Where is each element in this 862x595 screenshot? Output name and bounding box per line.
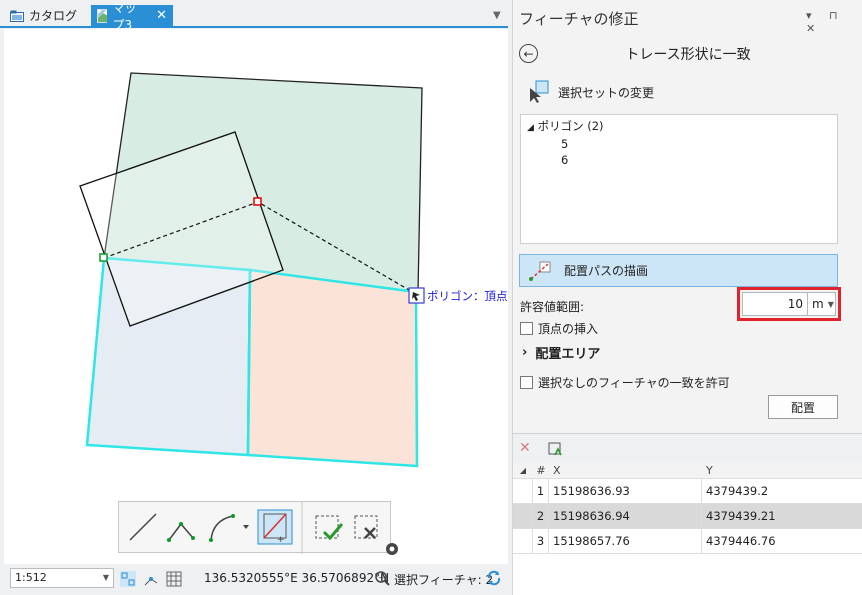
pane-title: フィーチャの修正 [519,10,639,28]
close-icon[interactable]: ✕ [156,8,167,23]
gear-icon[interactable] [385,542,399,556]
unit-value: m [812,297,824,311]
tool-name: トレース形状に一致 [625,47,751,63]
sort-triangle-icon: ◢ [519,466,527,475]
status-bar: 1:512 ▼ 136.5320555°E 36.5706892°N + 選択フィ… [4,565,508,592]
arrow-left-icon: ← [523,46,534,61]
map-view[interactable]: ポリゴン：頂点 + [4,29,508,564]
grid-icon[interactable] [166,571,182,587]
selection-cursor-icon [530,80,549,103]
trace-icon[interactable]: + [257,509,293,545]
arc-icon[interactable] [209,514,249,542]
tab-map-label: マップ3 [112,0,137,32]
unit-select[interactable]: m ▼ [807,293,834,315]
insert-vertices-checkbox[interactable]: 頂点の挿入 [520,320,598,337]
apply-button[interactable]: 配置 [768,395,838,419]
toolbar-icons: + [129,502,378,554]
catalog-icon [10,10,24,22]
snap-tip-label: ポリゴン：頂点 [427,289,508,303]
polygon-feature-orange[interactable] [246,268,419,468]
cell-y[interactable]: 4379439.21 [702,504,776,528]
tree-group-label: ポリゴン (2) [537,119,604,133]
line-icon[interactable] [129,513,157,541]
allow-unselected-label: 選択なしのフィーチャの一致を許可 [538,376,730,390]
mid-vertex-marker[interactable] [253,197,262,206]
cell-x[interactable]: 15198636.94 [549,504,702,528]
polyline-icon[interactable] [167,522,195,542]
back-button[interactable]: ← [519,44,538,63]
tab-map[interactable]: マップ3 ✕ [91,1,173,32]
modify-features-pane: フィーチャの修正 ▾ ⊓ ✕ トレース形状に一致 ← 選択セットの変更 ◢ ポリ… [512,0,862,595]
col-y: Y [706,464,713,477]
checkbox-box[interactable] [520,376,533,389]
chevron-down-icon[interactable]: ▼ [493,10,501,21]
tree-item[interactable]: 6 [527,152,831,168]
cell-x[interactable]: 15198657.76 [549,529,702,553]
table-row-selected[interactable]: 2 15198636.94 4379439.21 [513,504,862,529]
change-selection-label: 選択セットの変更 [558,85,655,100]
delete-vertex-icon[interactable]: ✕ [519,440,531,456]
tolerance-label: 許容値範囲: [520,300,585,314]
placement-area-label: 配置エリア [535,347,601,362]
cell-num: 2 [533,504,549,528]
draw-path-icon [529,261,551,281]
scale-select[interactable]: 1:512 ▼ [10,568,114,588]
construction-toolbar: + [118,501,391,554]
draw-path-label: 配置パスの描画 [564,264,649,278]
insert-vertices-label: 頂点の挿入 [538,322,599,336]
chevron-down-icon: ▼ [102,573,109,582]
table-header: ◢ # X Y [513,463,862,479]
col-num: # [536,464,546,477]
start-vertex-marker[interactable] [99,253,108,262]
collapse-triangle-icon[interactable]: ◢ [527,123,534,133]
tree-item[interactable]: 5 [527,136,831,152]
map-canvas[interactable]: ポリゴン：頂点 [4,29,508,564]
finish-sketch-icon[interactable] [315,515,344,541]
edit-vertices-icon[interactable] [547,441,563,457]
vertex-toolbar: ✕ [513,433,862,463]
table-row[interactable]: 3 15198657.76 4379446.76 [513,529,862,554]
tolerance-value[interactable]: 10 [743,297,807,311]
tab-bar: カタログ マップ3 ✕ ▼ [0,0,508,32]
chevron-right-icon: › [522,345,528,360]
cancel-sketch-icon[interactable] [354,515,378,539]
cell-x[interactable]: 15198636.93 [549,479,702,503]
change-selection-button[interactable]: 選択セットの変更 [528,80,654,104]
tab-catalog-label: カタログ [29,9,78,23]
selection-tree[interactable]: ◢ ポリゴン (2) 5 6 [520,114,838,244]
constraints-icon[interactable] [143,571,159,587]
svg-text:+: + [277,535,285,545]
cell-y[interactable]: 4379446.76 [702,529,776,553]
draw-path-button[interactable]: 配置パスの描画 [519,254,838,287]
refresh-icon[interactable] [485,569,503,587]
tolerance-input[interactable]: 10 m ▼ [742,292,836,316]
svg-text:+: + [378,573,385,582]
tab-catalog[interactable]: カタログ [4,5,86,26]
vertex-table[interactable]: ◢ # X Y 1 15198636.93 4379439.2 2 151986… [513,463,862,595]
cell-num: 1 [533,479,549,503]
snap-grid-icon[interactable] [120,571,136,587]
coordinate-readout: 136.5320555°E 36.5706892°N [204,571,390,585]
checkbox-box[interactable] [520,322,533,335]
chevron-down-icon: ▼ [827,299,834,309]
col-x: X [553,464,561,477]
tree-group[interactable]: ◢ ポリゴン (2) [527,118,831,136]
table-row[interactable]: 1 15198636.93 4379439.2 [513,479,862,504]
allow-unselected-checkbox[interactable]: 選択なしのフィーチャの一致を許可 [520,374,730,391]
map-icon [97,8,108,23]
cell-y[interactable]: 4379439.2 [702,479,768,503]
selection-zoom-icon[interactable]: + [374,570,390,586]
cell-num: 3 [533,529,549,553]
pane-window-controls[interactable]: ▾ ⊓ ✕ [806,9,862,35]
scale-value: 1:512 [15,571,47,584]
selected-features-count: 選択フィーチャ: 2 [394,573,494,587]
placement-area-expander[interactable]: › 配置エリア [522,343,600,362]
